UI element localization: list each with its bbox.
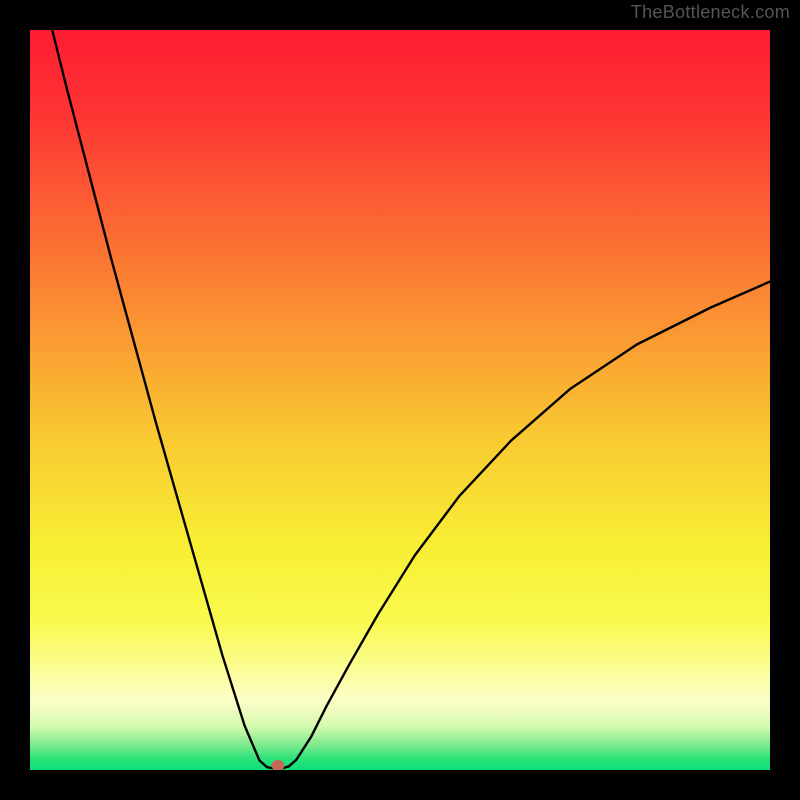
chart-svg [30,30,770,770]
watermark-text: TheBottleneck.com [631,2,790,23]
chart-container: TheBottleneck.com [0,0,800,800]
gradient-background [30,30,770,770]
plot-area [30,30,770,770]
